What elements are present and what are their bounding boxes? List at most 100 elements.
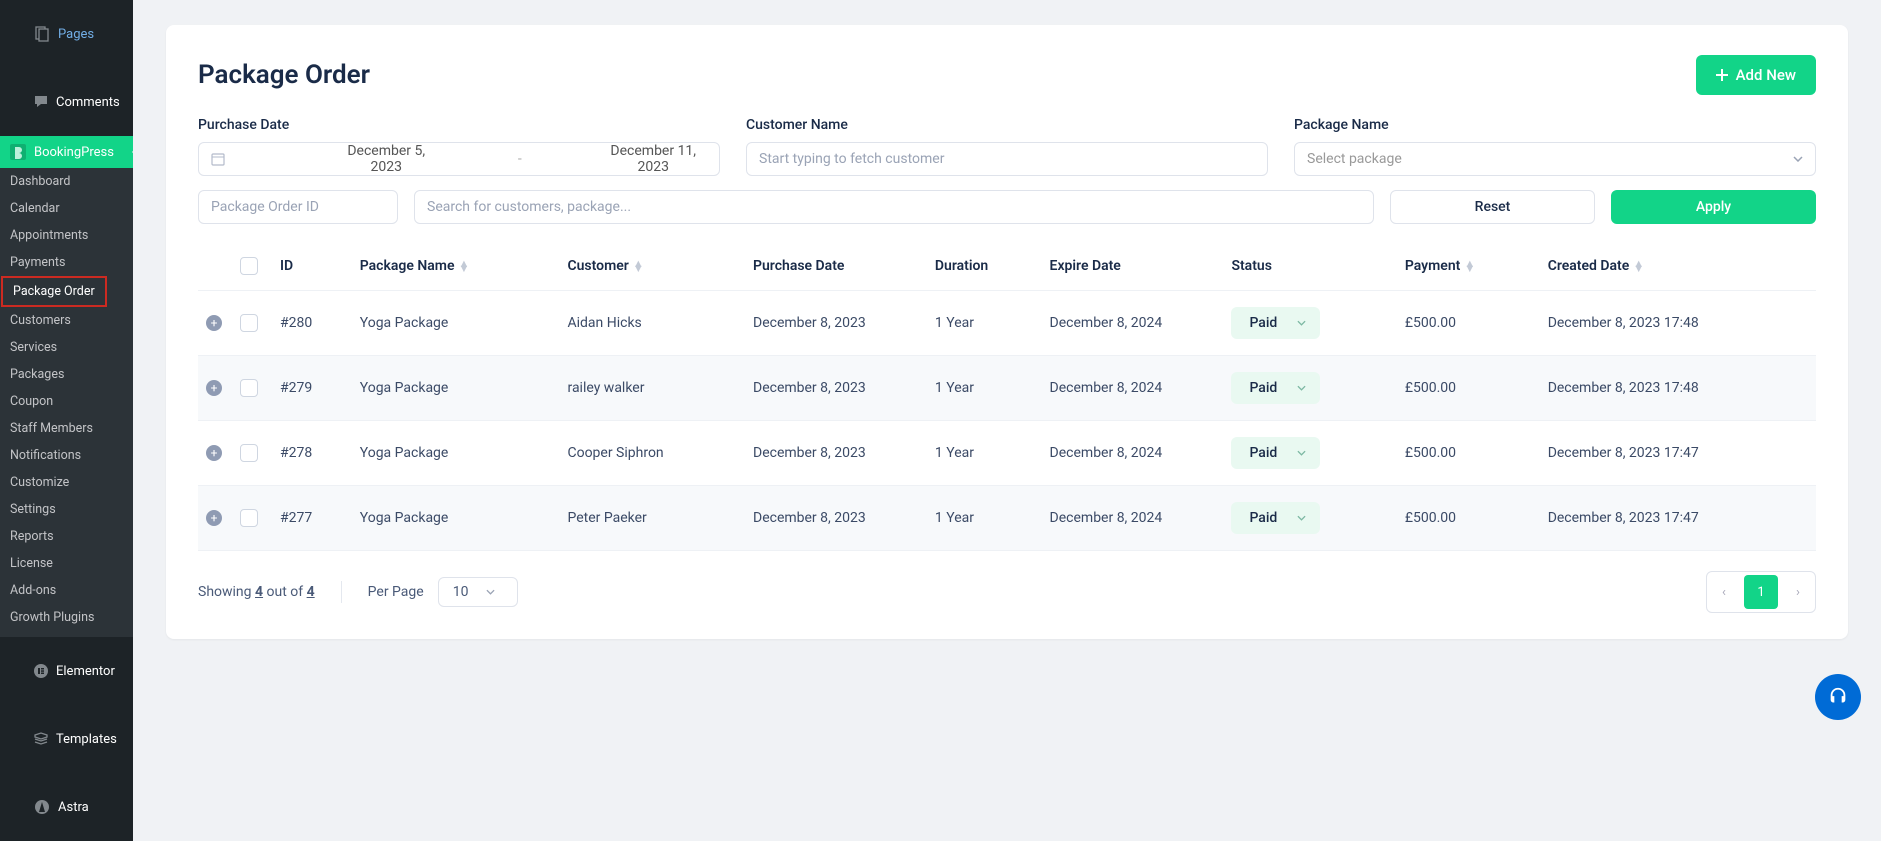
sidebar-item-label: Pages <box>58 27 94 42</box>
package-select[interactable]: Select package <box>1294 142 1816 176</box>
col-package[interactable]: Package Name▲▼ <box>352 242 560 291</box>
orders-table: ID Package Name▲▼ Customer▲▼ Purchase Da… <box>198 242 1816 551</box>
chevron-down-icon <box>1297 385 1306 391</box>
chevron-down-icon <box>1297 515 1306 521</box>
cell-created: December 8, 2023 17:48 <box>1540 291 1816 356</box>
help-fab[interactable] <box>1815 674 1861 720</box>
col-duration[interactable]: Duration <box>927 242 1042 291</box>
sidebar-sub-dashboard[interactable]: Dashboard <box>0 168 133 195</box>
purchase-date-label: Purchase Date <box>198 117 720 133</box>
col-status[interactable]: Status <box>1223 242 1396 291</box>
sidebar-sub-packages[interactable]: Packages <box>0 361 133 388</box>
showing-text: Showing 4 out of 4 <box>198 584 315 600</box>
status-value: Paid <box>1249 315 1277 331</box>
row-checkbox[interactable] <box>240 314 258 332</box>
expand-icon[interactable]: + <box>206 315 222 331</box>
sidebar-sub-reports[interactable]: Reports <box>0 523 133 550</box>
expand-icon[interactable]: + <box>206 445 222 461</box>
sidebar-sub-coupon[interactable]: Coupon <box>0 388 133 415</box>
expand-icon[interactable]: + <box>206 380 222 396</box>
sidebar-item-label: BookingPress <box>34 145 114 160</box>
headset-icon <box>1827 686 1849 708</box>
sidebar-item-templates[interactable]: Templates <box>0 705 133 773</box>
templates-icon <box>33 730 49 748</box>
sidebar-sub-payments[interactable]: Payments <box>0 249 133 276</box>
row-checkbox[interactable] <box>240 444 258 462</box>
cell-expire: December 8, 2024 <box>1042 421 1224 486</box>
sidebar-item-elementor[interactable]: Elementor <box>0 637 133 705</box>
apply-button[interactable]: Apply <box>1611 190 1816 224</box>
cell-expire: December 8, 2024 <box>1042 356 1224 421</box>
sidebar-sub-staff-members[interactable]: Staff Members <box>0 415 133 442</box>
sidebar-sub-notifications[interactable]: Notifications <box>0 442 133 469</box>
perpage-select[interactable]: 10 <box>438 577 519 607</box>
package-order-card: Package Order Add New Purchase Date Dece… <box>166 25 1848 639</box>
status-select[interactable]: Paid <box>1231 502 1320 534</box>
sidebar-sub-settings[interactable]: Settings <box>0 496 133 523</box>
purchase-date-range[interactable]: December 5, 2023 - December 11, 2023 <box>198 142 720 176</box>
elementor-icon <box>33 662 49 680</box>
sidebar-item-label: Elementor <box>56 664 115 679</box>
sidebar-sub-license[interactable]: License <box>0 550 133 577</box>
bookingpress-icon <box>9 143 27 161</box>
cell-package: Yoga Package <box>352 486 560 551</box>
sidebar-item-label: Astra <box>58 800 89 815</box>
cell-customer: Peter Paeker <box>559 486 745 551</box>
search-input[interactable] <box>414 190 1374 224</box>
sidebar-sub-appointments[interactable]: Appointments <box>0 222 133 249</box>
page-next[interactable]: › <box>1781 575 1815 609</box>
main-content: Package Order Add New Purchase Date Dece… <box>133 0 1881 841</box>
sidebar-sub-customers[interactable]: Customers <box>0 307 133 334</box>
package-order-id-input[interactable] <box>198 190 398 224</box>
sidebar-sub-services[interactable]: Services <box>0 334 133 361</box>
chevron-down-icon <box>486 589 495 595</box>
status-select[interactable]: Paid <box>1231 372 1320 404</box>
sidebar-sub-add-ons[interactable]: Add-ons <box>0 577 133 604</box>
cell-package: Yoga Package <box>352 291 560 356</box>
col-id[interactable]: ID <box>272 242 352 291</box>
col-purchase[interactable]: Purchase Date <box>745 242 927 291</box>
page-prev[interactable]: ‹ <box>1707 575 1741 609</box>
page-title: Package Order <box>198 60 370 90</box>
customer-name-input[interactable] <box>746 142 1268 176</box>
add-new-button[interactable]: Add New <box>1696 55 1816 95</box>
cell-customer: railey walker <box>559 356 745 421</box>
row-checkbox[interactable] <box>240 379 258 397</box>
sidebar-item-comments[interactable]: Comments <box>0 68 133 136</box>
date-separator: - <box>448 151 592 167</box>
page-1[interactable]: 1 <box>1744 575 1778 609</box>
sidebar-item-pages[interactable]: Pages <box>0 0 133 68</box>
sort-icon: ▲▼ <box>458 261 469 271</box>
row-checkbox[interactable] <box>240 509 258 527</box>
col-created[interactable]: Created Date▲▼ <box>1540 242 1816 291</box>
table-row: +#279Yoga Packagerailey walkerDecember 8… <box>198 356 1816 421</box>
col-customer[interactable]: Customer▲▼ <box>559 242 745 291</box>
reset-button[interactable]: Reset <box>1390 190 1595 224</box>
cell-expire: December 8, 2024 <box>1042 291 1224 356</box>
col-expire[interactable]: Expire Date <box>1042 242 1224 291</box>
status-select[interactable]: Paid <box>1231 437 1320 469</box>
cell-created: December 8, 2023 17:47 <box>1540 421 1816 486</box>
sidebar-item-astra[interactable]: Astra <box>0 773 133 841</box>
sort-icon: ▲▼ <box>633 261 644 271</box>
cell-id: #277 <box>272 486 352 551</box>
col-payment[interactable]: Payment▲▼ <box>1397 242 1540 291</box>
cell-expire: December 8, 2024 <box>1042 486 1224 551</box>
sidebar-sub-customize[interactable]: Customize <box>0 469 133 496</box>
sidebar-sub-growth-plugins[interactable]: Growth Plugins <box>0 604 133 631</box>
table-row: + #277Yoga PackagePeter Paeker December 8,… <box>198 486 1816 551</box>
status-select[interactable]: Paid <box>1231 307 1320 339</box>
sidebar-bookingpress[interactable]: BookingPress <box>0 136 133 168</box>
cell-purchase: December 8, 2023 <box>745 356 927 421</box>
select-all-checkbox[interactable] <box>240 257 258 275</box>
cell-customer: Aidan Hicks <box>559 291 745 356</box>
cell-created: December 8, 2023 17:48 <box>1540 356 1816 421</box>
customer-name-label: Customer Name <box>746 117 1268 133</box>
sidebar-sub-package-order[interactable]: Package Order <box>1 276 107 307</box>
astra-icon <box>33 798 51 816</box>
cell-purchase: December 8, 2023 <box>745 291 927 356</box>
expand-icon[interactable]: + <box>206 510 222 526</box>
cell-duration: 1 Year <box>927 421 1042 486</box>
sidebar-sub-calendar[interactable]: Calendar <box>0 195 133 222</box>
cell-purchase: December 8, 2023 <box>745 421 927 486</box>
